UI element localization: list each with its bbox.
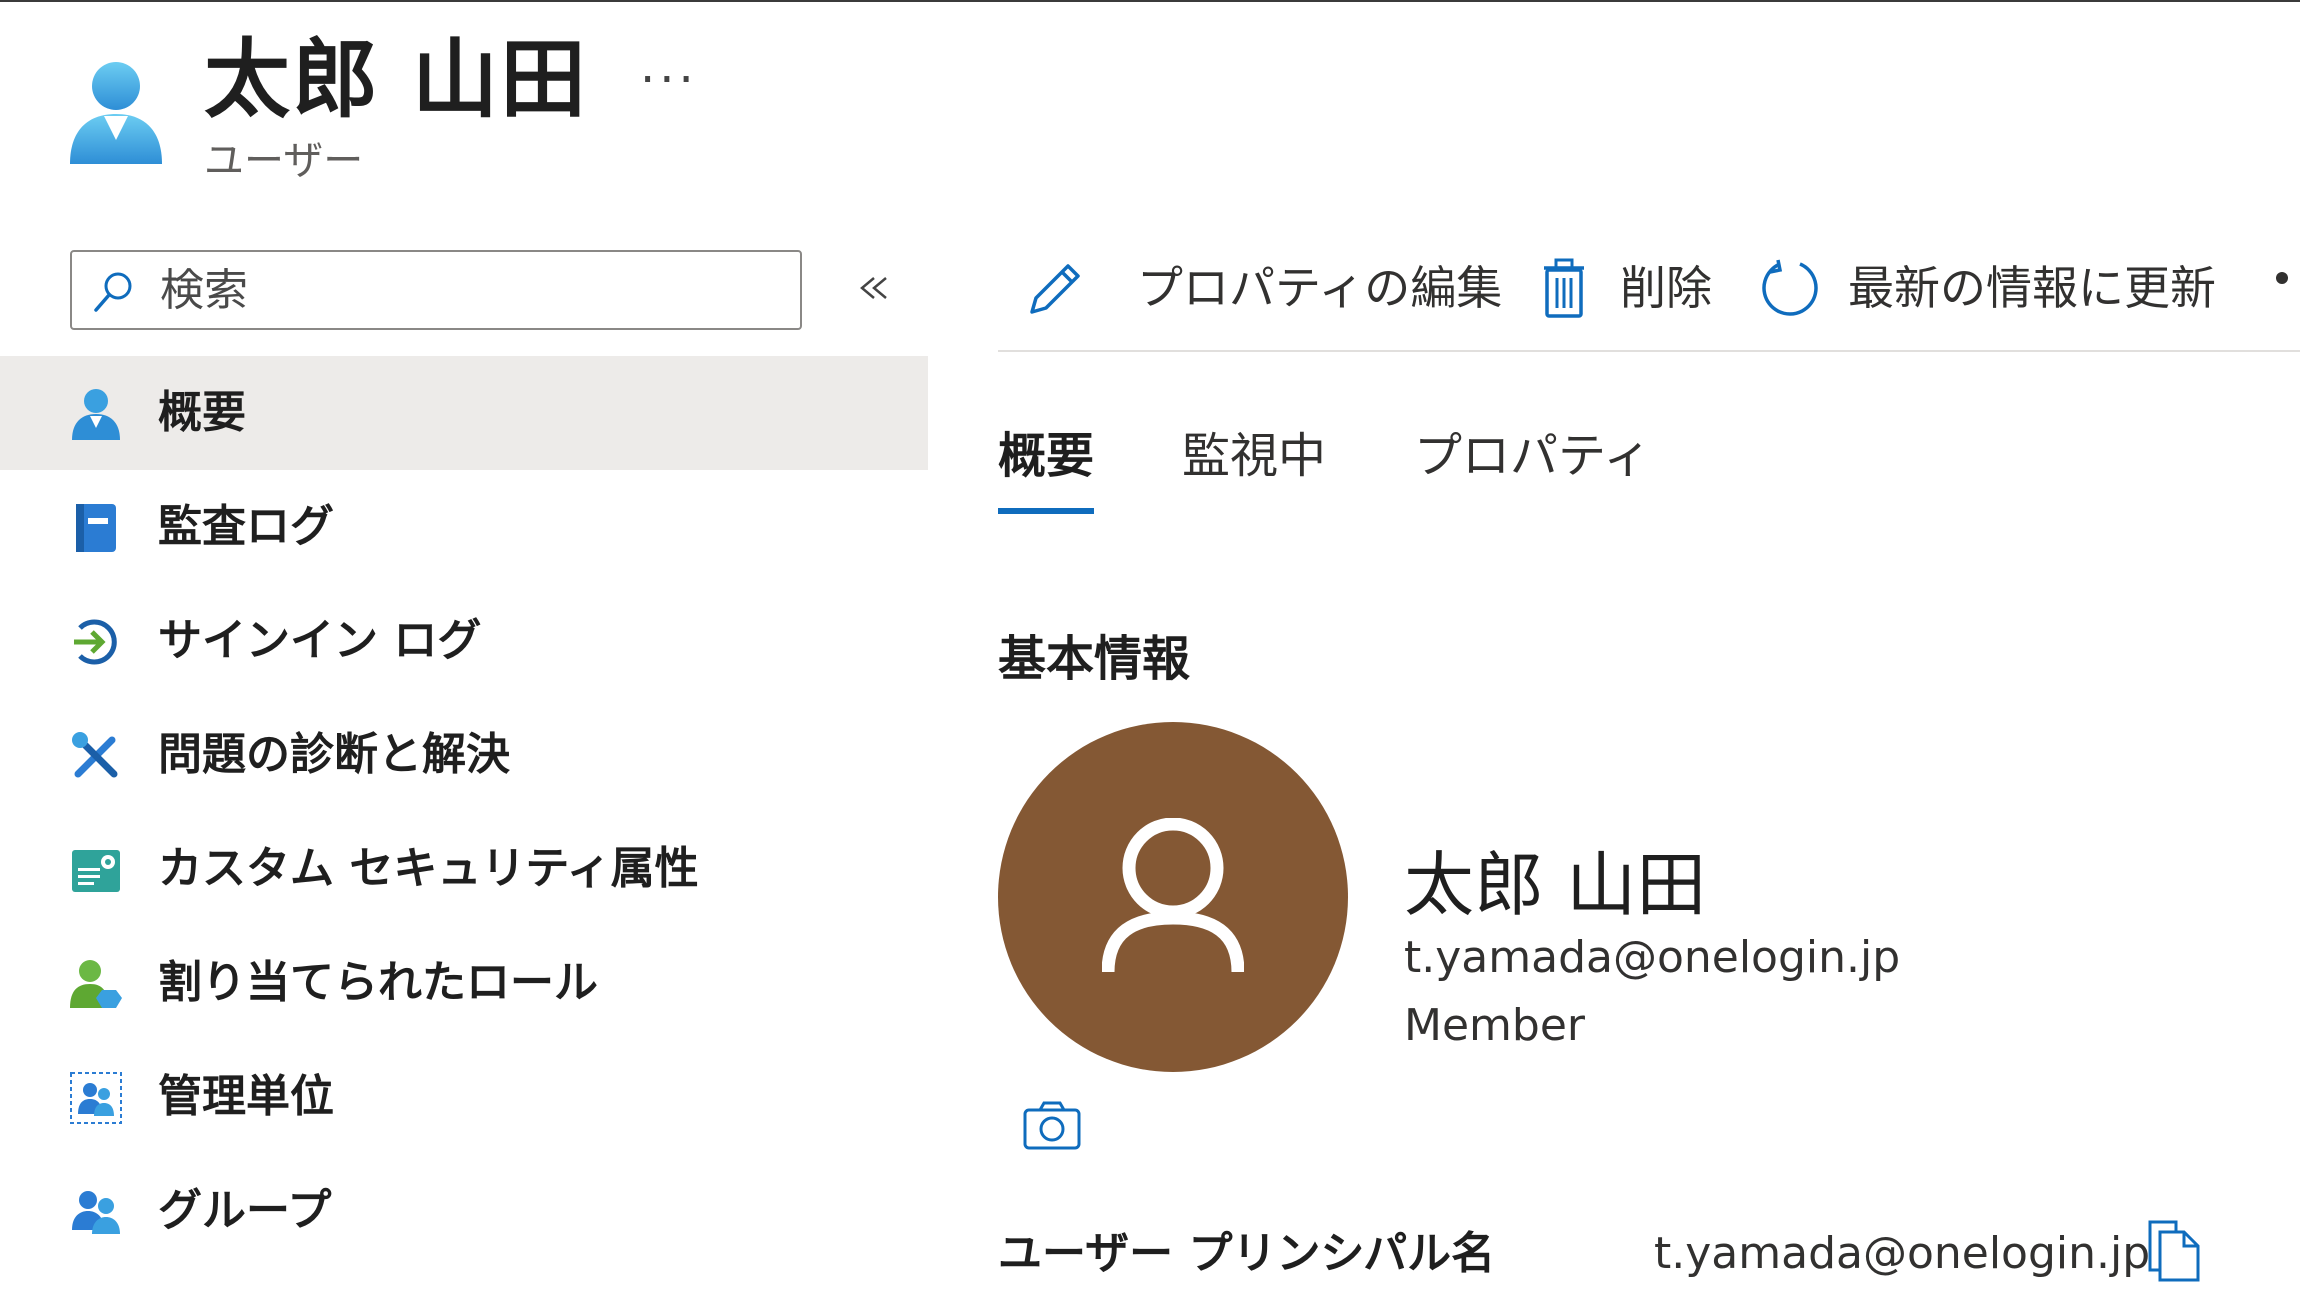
refresh-label: 最新の情報に更新 bbox=[1848, 261, 2216, 315]
sidebar-item-assigned-roles[interactable]: 割り当てられたロール bbox=[0, 926, 928, 1040]
groups-icon bbox=[68, 1184, 124, 1240]
more-commands-button[interactable] bbox=[2276, 272, 2288, 284]
change-photo-button[interactable] bbox=[1022, 1098, 1082, 1154]
sidebar-nav: 概要 監査ログ サインイン ログ 問題の診断と解決 カスタム セキュリティ属性 … bbox=[0, 356, 928, 1268]
copy-icon bbox=[2148, 1220, 2200, 1282]
sidebar-item-sign-in-logs[interactable]: サインイン ログ bbox=[0, 584, 928, 698]
top-border bbox=[0, 0, 2300, 2]
audit-log-icon bbox=[68, 500, 124, 556]
page-title: 太郎 山田 bbox=[204, 30, 588, 130]
sidebar-item-label: グループ bbox=[158, 1185, 332, 1236]
sidebar-item-administrative-units[interactable]: 管理単位 bbox=[0, 1040, 928, 1154]
sidebar-item-diagnose-solve[interactable]: 問題の診断と解決 bbox=[0, 698, 928, 812]
sidebar-item-label: 問題の診断と解決 bbox=[158, 729, 510, 780]
sidebar-item-groups[interactable]: グループ bbox=[0, 1154, 928, 1268]
copy-button[interactable] bbox=[2146, 1218, 2202, 1284]
section-title: 基本情報 bbox=[998, 631, 1191, 687]
refresh-button[interactable]: 最新の情報に更新 bbox=[1758, 240, 2238, 336]
user-icon bbox=[68, 386, 124, 442]
user-email: t.yamada@onelogin.jp bbox=[1404, 932, 1901, 983]
delete-label: 削除 bbox=[1620, 261, 1712, 315]
sidebar-item-label: サインイン ログ bbox=[158, 615, 482, 666]
sidebar-item-audit-logs[interactable]: 監査ログ bbox=[0, 470, 928, 584]
toolbar-divider bbox=[998, 350, 2300, 352]
sidebar-item-label: 概要 bbox=[158, 387, 246, 438]
edit-properties-button[interactable]: プロパティの編集 bbox=[1022, 240, 1502, 336]
tab-overview[interactable]: 概要 bbox=[998, 420, 1095, 520]
tab-monitoring[interactable]: 監視中 bbox=[1182, 420, 1326, 520]
upn-label: ユーザー プリンシパル名 bbox=[998, 1228, 1496, 1279]
camera-icon bbox=[1023, 1101, 1081, 1150]
sidebar-item-label: 監査ログ bbox=[158, 501, 334, 552]
edit-properties-label: プロパティの編集 bbox=[1137, 261, 1503, 315]
delete-button[interactable]: 削除 bbox=[1532, 240, 1732, 336]
sidebar-item-label: カスタム セキュリティ属性 bbox=[158, 843, 699, 894]
user-icon bbox=[66, 56, 166, 166]
command-bar: プロパティの編集 削除 最新の情報に更新 bbox=[998, 240, 2300, 350]
search-input[interactable] bbox=[160, 262, 780, 318]
more-options-button[interactable]: ··· bbox=[640, 50, 698, 110]
custom-attributes-icon bbox=[68, 842, 124, 898]
sidebar-item-label: 割り当てられたロール bbox=[158, 957, 598, 1008]
person-icon bbox=[1102, 818, 1244, 973]
search-box[interactable] bbox=[70, 250, 802, 330]
avatar bbox=[998, 722, 1348, 1072]
pencil-icon bbox=[1022, 256, 1086, 320]
user-type: Member bbox=[1404, 1000, 1585, 1051]
sidebar-item-label: 管理単位 bbox=[158, 1071, 334, 1122]
sidebar-item-overview[interactable]: 概要 bbox=[0, 356, 928, 470]
administrative-units-icon bbox=[68, 1070, 124, 1126]
page-subtitle: ユーザー bbox=[204, 138, 364, 184]
collapse-sidebar-button[interactable] bbox=[852, 256, 896, 320]
user-display-name: 太郎 山田 bbox=[1404, 844, 1707, 926]
assigned-roles-icon bbox=[68, 956, 124, 1012]
tab-properties[interactable]: プロパティ bbox=[1414, 420, 1651, 520]
refresh-icon bbox=[1758, 256, 1822, 320]
upn-value: t.yamada@onelogin.jp bbox=[1654, 1228, 2151, 1279]
sidebar-item-custom-security-attributes[interactable]: カスタム セキュリティ属性 bbox=[0, 812, 928, 926]
sign-in-icon bbox=[68, 614, 124, 670]
search-icon bbox=[90, 268, 138, 316]
trash-icon bbox=[1532, 256, 1596, 320]
wrench-screwdriver-icon bbox=[68, 728, 124, 784]
